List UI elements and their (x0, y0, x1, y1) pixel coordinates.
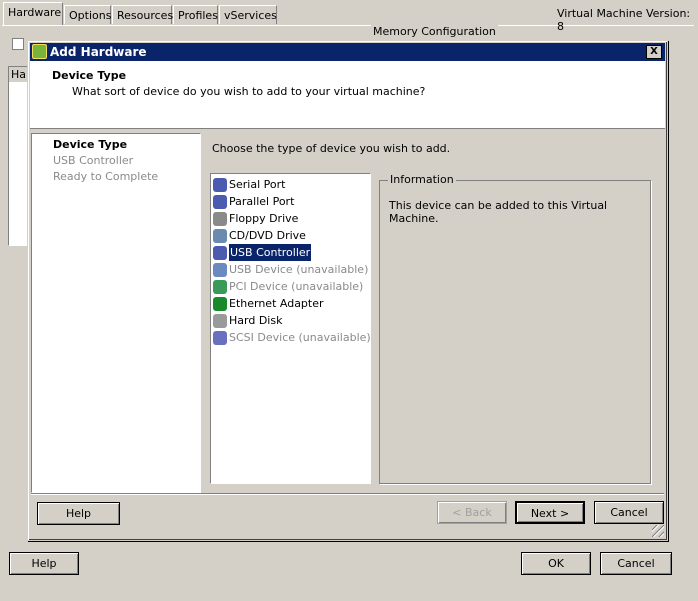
device-label: CD/DVD Drive (229, 229, 306, 242)
resize-grip[interactable] (652, 525, 664, 537)
device-label: USB Device (unavailable) (229, 263, 369, 276)
tab-hardware[interactable]: Hardware (3, 2, 63, 25)
cancel-button[interactable]: Cancel (600, 552, 672, 575)
device-label: SCSI Device (unavailable) (229, 331, 371, 344)
device-label: Parallel Port (229, 195, 295, 208)
tab-vservices[interactable]: vServices (219, 5, 277, 24)
cancel-button[interactable]: Cancel (594, 501, 664, 524)
scsi-device-icon (213, 330, 227, 345)
serial-port-icon (213, 177, 227, 192)
tab-profiles[interactable]: Profiles (173, 5, 218, 24)
dialog-header: Device Type What sort of device do you w… (30, 61, 665, 129)
header-subtitle: What sort of device do you wish to add t… (72, 85, 426, 98)
info-title: Information (388, 173, 456, 186)
device-label: Floppy Drive (229, 212, 299, 225)
dialog-title: Add Hardware (50, 45, 147, 59)
floppy-drive-icon (213, 211, 227, 226)
info-text: This device can be added to this Virtual… (389, 199, 608, 225)
back-button[interactable]: < Back (437, 501, 507, 524)
close-button[interactable]: X (646, 45, 662, 59)
checkbox[interactable] (12, 38, 24, 50)
device-label: Serial Port (229, 178, 286, 191)
steps-panel: Device Type USB Controller Ready to Comp… (31, 133, 201, 493)
hardware-col-header: Ha (9, 67, 29, 82)
parallel-port-icon (213, 194, 227, 209)
ok-button[interactable]: OK (521, 552, 591, 575)
hard-disk-icon (213, 313, 227, 328)
step-ready[interactable]: Ready to Complete (53, 170, 158, 183)
tab-resources[interactable]: Resources (112, 5, 173, 24)
device-item[interactable]: PCI Device (unavailable) (213, 278, 363, 295)
cd-dvd-drive-icon (213, 228, 227, 243)
step-device-type[interactable]: Device Type (53, 138, 127, 151)
header-title: Device Type (52, 69, 127, 82)
device-item[interactable]: Serial Port (213, 176, 285, 193)
device-item[interactable]: USB Device (unavailable) (213, 261, 368, 278)
add-hardware-dialog: Add Hardware X Device Type What sort of … (27, 40, 668, 541)
vm-version: Virtual Machine Version: 8 (557, 7, 691, 33)
vmware-logo-icon (32, 44, 47, 59)
usb-device-icon (213, 262, 227, 277)
ethernet-adapter-icon (213, 296, 227, 311)
memory-group-label: Memory Configuration (371, 25, 498, 38)
device-item[interactable]: Parallel Port (213, 193, 294, 210)
help-button[interactable]: Help (37, 502, 120, 525)
next-button[interactable]: Next > (515, 501, 585, 524)
information-group: Information This device can be added to … (379, 173, 651, 484)
device-label: PCI Device (unavailable) (229, 280, 364, 293)
device-item[interactable]: Ethernet Adapter (213, 295, 324, 312)
device-item[interactable]: Hard Disk (213, 312, 282, 329)
device-list[interactable]: Serial Port Parallel Port Floppy Drive CD/D… (210, 173, 371, 484)
device-item[interactable]: SCSI Device (unavailable) (213, 329, 371, 346)
device-label: Ethernet Adapter (229, 297, 324, 310)
pci-device-icon (213, 279, 227, 294)
tab-options[interactable]: Options (64, 5, 111, 24)
device-label: USB Controller (229, 244, 312, 261)
device-label: Hard Disk (229, 314, 283, 327)
device-item[interactable]: CD/DVD Drive (213, 227, 306, 244)
prompt: Choose the type of device you wish to ad… (212, 142, 451, 155)
device-item[interactable]: Floppy Drive (213, 210, 298, 227)
step-usb-controller[interactable]: USB Controller (53, 154, 133, 167)
device-item[interactable]: USB Controller (213, 244, 312, 261)
help-button[interactable]: Help (9, 552, 79, 575)
title-bar: Add Hardware X (30, 43, 665, 61)
usb-controller-icon (213, 245, 227, 260)
